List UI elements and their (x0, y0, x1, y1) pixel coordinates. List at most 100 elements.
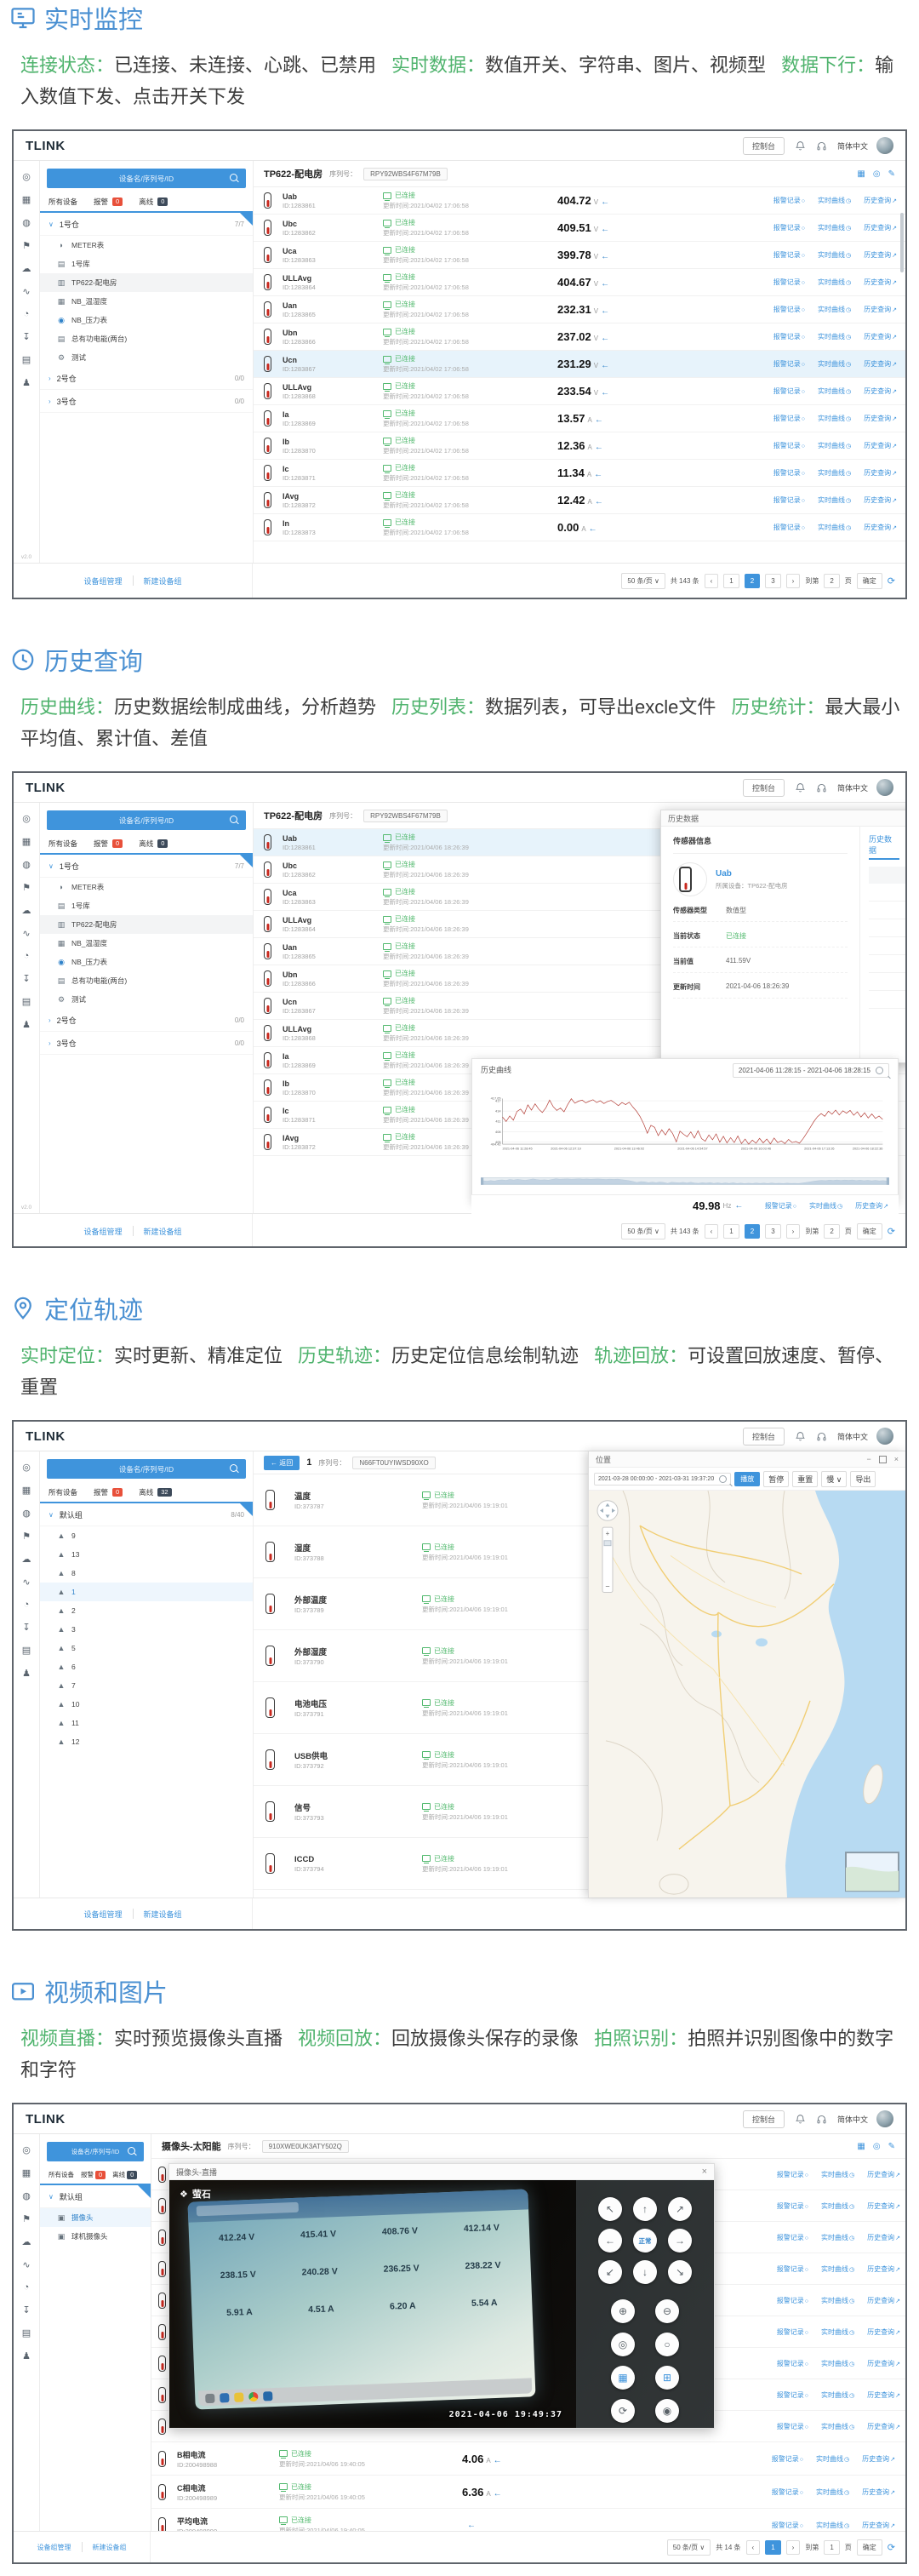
rail-icon[interactable]: ↧ (22, 2304, 30, 2316)
device-group-row[interactable]: ∨ 默认组 (40, 2185, 151, 2208)
headset-icon[interactable] (816, 2114, 827, 2125)
rail-icon[interactable]: ∿ (22, 2259, 30, 2270)
sidebar-device-item[interactable]: ▣ 摄像头 (40, 2208, 151, 2227)
alarm-record-link[interactable]: 报警记录○ (773, 332, 805, 341)
alarm-record-link[interactable]: 报警记录○ (773, 359, 805, 369)
rail-icon[interactable]: ▦ (22, 2167, 31, 2178)
rail-icon[interactable]: ▤ (22, 996, 31, 1007)
history-query-link[interactable]: 历史查询↗ (864, 278, 897, 287)
realtime-curve-link[interactable]: 实时曲线◷ (821, 2201, 854, 2211)
history-query-link[interactable]: 历史查询↗ (867, 2296, 900, 2305)
rail-icon[interactable]: ▦ (22, 1485, 31, 1496)
sidebar-device-item[interactable]: ▲ 10 (40, 1695, 253, 1714)
sidebar-device-item[interactable]: ▲ 1 (40, 1583, 253, 1601)
send-down-icon[interactable]: ← (601, 334, 609, 343)
alarm-record-link[interactable]: 报警记录○ (773, 441, 805, 450)
send-down-icon[interactable]: ← (601, 361, 609, 370)
tab-all-devices[interactable]: 所有设备 (49, 197, 77, 207)
alarm-record-link[interactable]: 报警记录○ (773, 250, 805, 260)
edit-icon[interactable]: ✎ (888, 2142, 895, 2151)
sidebar-device-item[interactable]: ▲ 12 (40, 1732, 253, 1751)
alarm-record-link[interactable]: 报警记录○ (777, 2170, 808, 2179)
new-device-group-button[interactable]: 新建设备组 (134, 575, 192, 587)
alarm-record-link[interactable]: 报警记录○ (777, 2359, 808, 2368)
alarm-record-link[interactable]: 报警记录○ (773, 196, 805, 205)
realtime-curve-link[interactable]: 实时曲线◷ (818, 523, 851, 532)
page-button-active[interactable]: 1 (765, 2539, 781, 2555)
alarm-record-link[interactable]: 报警记录○ (773, 386, 805, 396)
device-group-row[interactable]: › 3号仓 0/0 (40, 1032, 253, 1055)
sidebar-device-item[interactable]: ▤ 总有功电能(两台) (40, 329, 253, 348)
ptz-direction-button[interactable]: ↓ (633, 2260, 657, 2284)
table-row[interactable]: 413.872021-04-06 18:18:36 (869, 954, 905, 973)
realtime-curve-link[interactable]: 实时曲线◷ (818, 359, 851, 369)
rail-icon[interactable]: ☁ (22, 1554, 31, 1565)
history-query-link[interactable]: 历史查询↗ (867, 2390, 900, 2400)
alarm-record-link[interactable]: 报警记录○ (772, 2454, 803, 2464)
tab-alarm[interactable]: 报警 (94, 1487, 108, 1497)
settings-icon[interactable]: ◎ (873, 169, 881, 179)
scrollbar[interactable] (900, 213, 904, 272)
sidebar-device-item[interactable]: ⚙ 测试 (40, 990, 253, 1009)
goto-page-input[interactable]: 2 (824, 573, 840, 588)
sidebar-device-item[interactable]: ▲ 6 (40, 1657, 253, 1676)
language-select[interactable]: 简体中文 (837, 782, 868, 793)
realtime-curve-link[interactable]: 实时曲线◷ (821, 2170, 854, 2179)
sidebar-device-item[interactable]: ◗ METER表 (40, 236, 253, 255)
history-query-link[interactable]: 历史查询↗ (864, 305, 897, 314)
rail-icon[interactable]: ▤ (22, 2327, 31, 2338)
search-icon[interactable] (876, 1067, 883, 1074)
pause-button[interactable]: 暂停 (763, 1470, 790, 1487)
ptz-function-button[interactable]: ⊞ (655, 2366, 679, 2390)
rail-icon[interactable]: ☁ (22, 2236, 31, 2247)
map-zoom-slider[interactable]: +− (602, 1526, 614, 1593)
history-query-link[interactable]: 历史查询↗ (864, 441, 897, 450)
confirm-button[interactable]: 确定 (856, 2539, 882, 2556)
bell-icon[interactable] (795, 782, 806, 793)
language-select[interactable]: 简体中文 (837, 140, 868, 152)
history-query-link[interactable]: 历史查询↗ (867, 2359, 900, 2368)
tab-all-devices[interactable]: 所有设备 (49, 839, 77, 849)
send-down-icon[interactable]: ← (594, 470, 602, 479)
ptz-direction-button[interactable]: 正常 (633, 2229, 657, 2253)
rail-icon[interactable]: ↧ (22, 331, 30, 342)
save-icon[interactable]: ▦ (857, 2142, 865, 2151)
bell-icon[interactable] (795, 2114, 806, 2125)
chart-brush-bar[interactable] (480, 1176, 890, 1187)
history-query-link[interactable]: 历史查询↗ (867, 2327, 900, 2337)
page-button-active[interactable]: 2 (744, 573, 761, 588)
rail-icon[interactable]: ◍ (22, 1508, 31, 1519)
rail-icon[interactable]: ▦ (22, 194, 31, 205)
sensor-row[interactable]: C相电流 ID:200498989 已连接 更新时间:2021/04/06 19:4… (151, 2476, 905, 2509)
play-button[interactable]: 播放 (734, 1471, 761, 1486)
new-device-group-button[interactable]: 新建设备组 (134, 1909, 192, 1920)
settings-icon[interactable]: ◎ (873, 2142, 881, 2151)
console-button[interactable]: 控制台 (742, 778, 785, 797)
realtime-curve-link[interactable]: 实时曲线◷ (821, 2296, 854, 2305)
alarm-record-link[interactable]: 报警记录○ (773, 223, 805, 232)
device-group-row[interactable]: ∨ 1号仓 7/7 (40, 213, 253, 236)
sidebar-device-item[interactable]: ▲ 3 (40, 1620, 253, 1639)
sensor-row[interactable]: Ib ID:1283870 已连接 更新时间:2021/04/02 17:06:58… (254, 432, 905, 460)
table-row[interactable]: 411.592021-04-06 18:26:39 (869, 884, 905, 902)
ptz-direction-button[interactable]: ← (598, 2229, 622, 2253)
ptz-function-button[interactable]: ⟳ (611, 2399, 635, 2423)
sidebar-device-item[interactable]: ▤ 1号库 (40, 255, 253, 273)
language-select[interactable]: 简体中文 (837, 1431, 868, 1442)
rail-icon[interactable]: ◎ (22, 171, 31, 182)
refresh-icon[interactable]: ⟳ (888, 1226, 895, 1237)
sidebar-device-item[interactable]: ◗ METER表 (40, 878, 253, 896)
send-down-icon[interactable]: ← (601, 279, 609, 289)
history-query-link[interactable]: 历史查询↗ (862, 2487, 895, 2497)
history-query-link[interactable]: 历史查询↗ (864, 223, 897, 232)
device-search-input[interactable]: 设备名/序列号/ID (47, 1459, 246, 1479)
avatar[interactable] (876, 779, 893, 796)
history-query-link[interactable]: 历史查询↗ (862, 2454, 895, 2464)
sidebar-device-item[interactable]: ▲ 8 (40, 1564, 253, 1583)
realtime-curve-link[interactable]: 实时曲线◷ (818, 495, 851, 505)
refresh-icon[interactable]: ⟳ (888, 575, 895, 587)
realtime-curve-link[interactable]: 实时曲线◷ (818, 196, 851, 205)
rail-icon[interactable]: ♟ (22, 1019, 31, 1030)
close-icon[interactable]: × (894, 1455, 899, 1463)
tab-offline[interactable]: 离线 (139, 839, 153, 849)
